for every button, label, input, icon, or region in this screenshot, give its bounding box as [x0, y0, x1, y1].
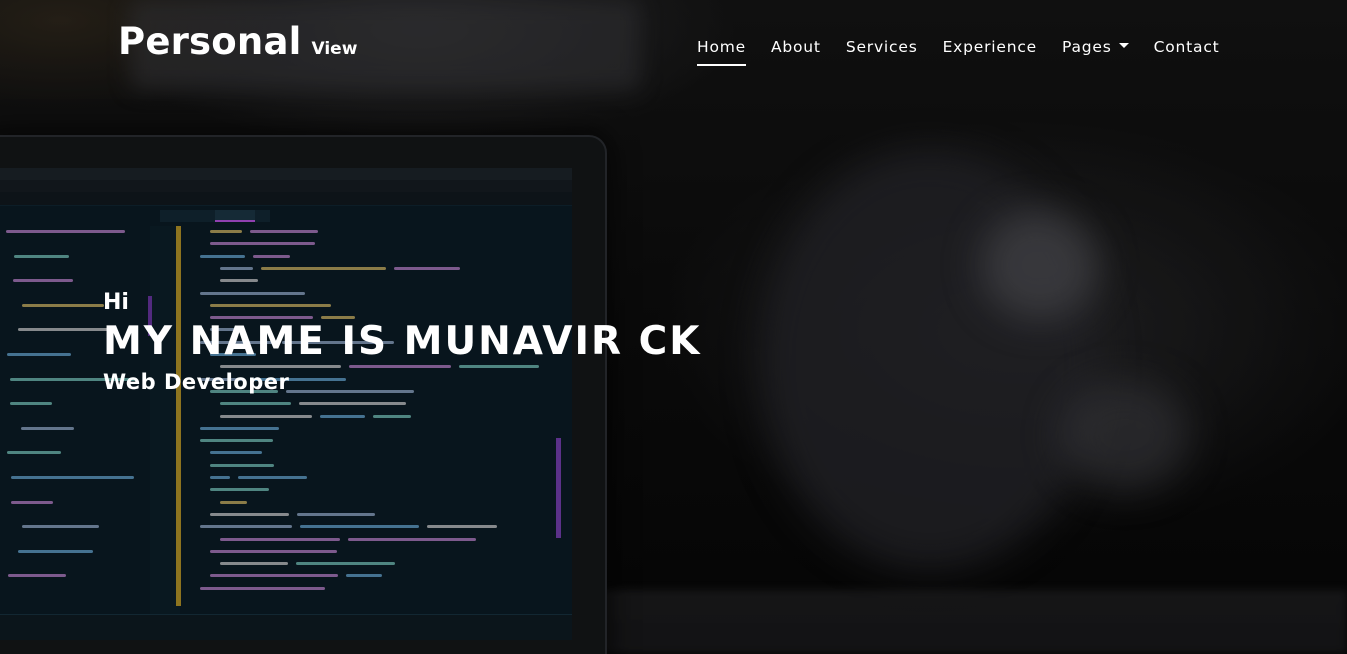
- nav-item-experience[interactable]: Experience: [943, 38, 1037, 64]
- nav-item-pages-label: Pages: [1062, 38, 1112, 56]
- caret-down-icon: [1118, 43, 1129, 48]
- hero-intro: Hi MY NAME IS MUNAVIR CK Web Developer: [103, 290, 701, 394]
- nav-item-contact[interactable]: Contact: [1154, 38, 1220, 64]
- brand-subtitle: View: [311, 39, 358, 59]
- hero-headline: MY NAME IS MUNAVIR CK: [103, 319, 702, 364]
- nav-item-about[interactable]: About: [771, 38, 821, 64]
- nav-item-home[interactable]: Home: [697, 38, 746, 66]
- brand-logo[interactable]: Personal View: [118, 20, 357, 63]
- nav-item-services[interactable]: Services: [846, 38, 918, 64]
- main-navigation: Home About Services Experience Pages Con…: [697, 38, 1220, 66]
- nav-item-pages-dropdown[interactable]: Pages: [1062, 38, 1129, 64]
- brand-name: Personal: [118, 20, 302, 63]
- hero-greeting: Hi: [103, 290, 129, 315]
- hero-role: Web Developer: [103, 370, 290, 394]
